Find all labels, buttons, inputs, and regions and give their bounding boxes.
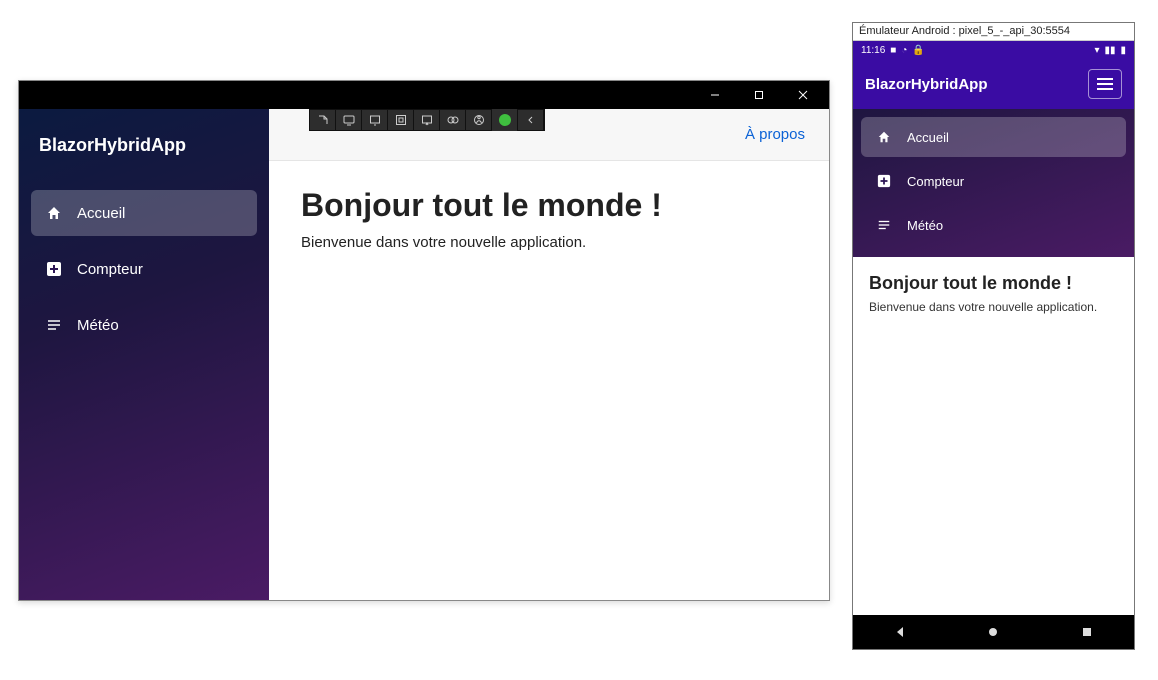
- sidebar-item-label: Compteur: [907, 174, 964, 189]
- sidebar-item-label: Compteur: [77, 261, 143, 278]
- page-heading: Bonjour tout le monde !: [869, 273, 1118, 294]
- about-link[interactable]: À propos: [745, 126, 805, 143]
- topbar: À propos: [269, 109, 829, 161]
- page-subheading: Bienvenue dans votre nouvelle applicatio…: [301, 234, 797, 251]
- sidebar-item-accueil[interactable]: Accueil: [861, 117, 1126, 157]
- sidebar: BlazorHybridApp Accueil Compteur Météo: [19, 109, 269, 600]
- dev-tool-icon[interactable]: [362, 109, 388, 131]
- window-titlebar: [19, 81, 829, 109]
- sidebar-item-label: Accueil: [77, 205, 125, 222]
- mobile-nav: Accueil Compteur Météo: [853, 109, 1134, 257]
- status-icon: 🔒: [912, 45, 924, 56]
- android-navbar: [853, 615, 1134, 649]
- sidebar-item-label: Météo: [907, 218, 943, 233]
- page-heading: Bonjour tout le monde !: [301, 187, 797, 224]
- dev-tool-icon[interactable]: [388, 109, 414, 131]
- status-icon: ■: [890, 45, 896, 56]
- dev-tool-icon[interactable]: [466, 109, 492, 131]
- sidebar-item-meteo[interactable]: Météo: [31, 302, 257, 348]
- dev-tool-status-ok-icon[interactable]: [492, 109, 518, 131]
- dev-toolbar: [309, 109, 545, 131]
- status-icon: ◔: [901, 45, 907, 56]
- recents-button[interactable]: [1078, 623, 1096, 641]
- wifi-icon: ▾: [1094, 45, 1099, 56]
- android-statusbar: 11:16 ■ ◔ 🔒 ▾ ▮▮ ▮: [853, 41, 1134, 59]
- close-button[interactable]: [781, 81, 825, 109]
- mobile-header: BlazorHybridApp Accueil Compteur: [853, 59, 1134, 257]
- hamburger-button[interactable]: [1088, 69, 1122, 99]
- desktop-window: BlazorHybridApp Accueil Compteur Météo: [18, 80, 830, 601]
- app-title: BlazorHybridApp: [31, 121, 257, 190]
- dev-tool-icon[interactable]: [336, 109, 362, 131]
- app-title: BlazorHybridApp: [865, 76, 988, 93]
- plus-icon: [45, 260, 63, 278]
- home-button[interactable]: [984, 623, 1002, 641]
- mobile-content: Bonjour tout le monde ! Bienvenue dans v…: [853, 257, 1134, 615]
- minimize-button[interactable]: [693, 81, 737, 109]
- dev-tool-collapse-icon[interactable]: [518, 109, 544, 131]
- home-icon: [875, 128, 893, 146]
- plus-icon: [875, 172, 893, 190]
- status-time: 11:16: [861, 45, 885, 56]
- battery-icon: ▮: [1120, 45, 1126, 56]
- sidebar-item-compteur[interactable]: Compteur: [31, 246, 257, 292]
- signal-icon: ▮▮: [1104, 45, 1115, 56]
- home-icon: [45, 204, 63, 222]
- sidebar-item-accueil[interactable]: Accueil: [31, 190, 257, 236]
- back-button[interactable]: [891, 623, 909, 641]
- sidebar-item-label: Accueil: [907, 130, 949, 145]
- emulator-titlebar: Émulateur Android : pixel_5_-_api_30:555…: [853, 23, 1134, 41]
- list-icon: [45, 316, 63, 334]
- maximize-button[interactable]: [737, 81, 781, 109]
- sidebar-item-meteo[interactable]: Météo: [861, 205, 1126, 245]
- dev-tool-icon[interactable]: [310, 109, 336, 131]
- sidebar-item-label: Météo: [77, 317, 119, 334]
- content-area: À propos Bonjour tout le monde ! Bienven…: [269, 109, 829, 600]
- sidebar-item-compteur[interactable]: Compteur: [861, 161, 1126, 201]
- list-icon: [875, 216, 893, 234]
- page-subheading: Bienvenue dans votre nouvelle applicatio…: [869, 300, 1118, 314]
- emulator-window: Émulateur Android : pixel_5_-_api_30:555…: [852, 22, 1135, 650]
- dev-tool-icon[interactable]: [414, 109, 440, 131]
- dev-tool-icon[interactable]: [440, 109, 466, 131]
